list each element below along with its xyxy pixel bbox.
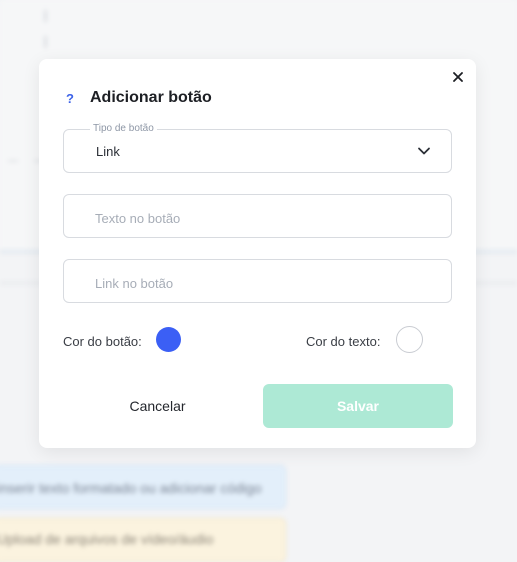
background-tick [44,10,47,22]
button-color-label: Cor do botão: [63,334,142,349]
button-type-value: Link [96,144,120,159]
background-dash [8,160,18,162]
background-tick [44,36,47,48]
help-icon: ? [66,90,74,106]
chevron-down-icon [418,147,430,155]
save-button[interactable]: Salvar [263,384,453,428]
button-link-input[interactable] [93,272,437,294]
modal-header: ? Adicionar botão [66,89,212,107]
button-color-swatch[interactable] [156,327,181,352]
button-text-field [63,194,452,238]
text-color-label: Cor do texto: [306,334,381,349]
modal-title: Adicionar botão [90,89,212,106]
background-rich-text-option: inserir texto formatado ou adicionar cód… [0,465,286,509]
text-color-swatch[interactable] [396,326,423,353]
add-button-modal: ? Adicionar botão Tipo de botão Link Cor… [39,59,476,448]
background-upload-option: Upload de arquivos de vídeo/áudio [0,518,286,562]
button-text-input[interactable] [93,207,437,229]
button-link-field [63,259,452,303]
button-type-label: Tipo de botão [90,123,157,134]
button-type-select[interactable]: Tipo de botão Link [63,123,452,173]
close-button[interactable] [450,69,466,85]
close-icon [453,72,463,82]
cancel-button[interactable]: Cancelar [63,384,252,428]
